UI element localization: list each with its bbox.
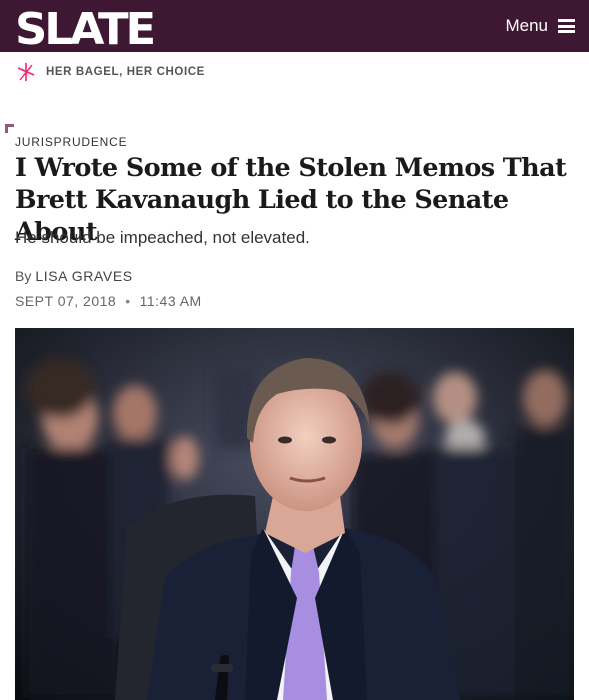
promo-text[interactable]: HER BAGEL, HER CHOICE — [46, 66, 205, 78]
hero-photo — [15, 328, 574, 700]
menu-label[interactable]: Menu — [505, 16, 548, 36]
slate-logo[interactable]: SLATE — [15, 4, 156, 56]
dateline: SEPT 07, 2018 • 11:43 AM — [15, 293, 202, 309]
byline: By LISA GRAVES — [15, 268, 133, 284]
publish-date: SEPT 07, 2018 — [15, 293, 117, 309]
hamburger-icon[interactable] — [558, 19, 575, 33]
promo-link[interactable]: HER BAGEL, HER CHOICE — [15, 60, 205, 84]
photo-icon — [15, 328, 574, 700]
menu-button[interactable]: Menu — [505, 14, 575, 38]
article-dek: He should be impeached, not elevated. — [15, 228, 310, 247]
pinwheel-logo-icon — [17, 63, 35, 81]
date-separator: • — [125, 293, 131, 309]
author-link[interactable]: LISA GRAVES — [35, 268, 132, 284]
byline-prefix: By — [15, 268, 32, 284]
section-kicker[interactable]: JURISPRUDENCE — [15, 135, 127, 149]
publish-time: 11:43 AM — [139, 293, 202, 309]
section-corner-icon — [5, 124, 14, 133]
site-header: SLATE Menu — [0, 0, 589, 55]
